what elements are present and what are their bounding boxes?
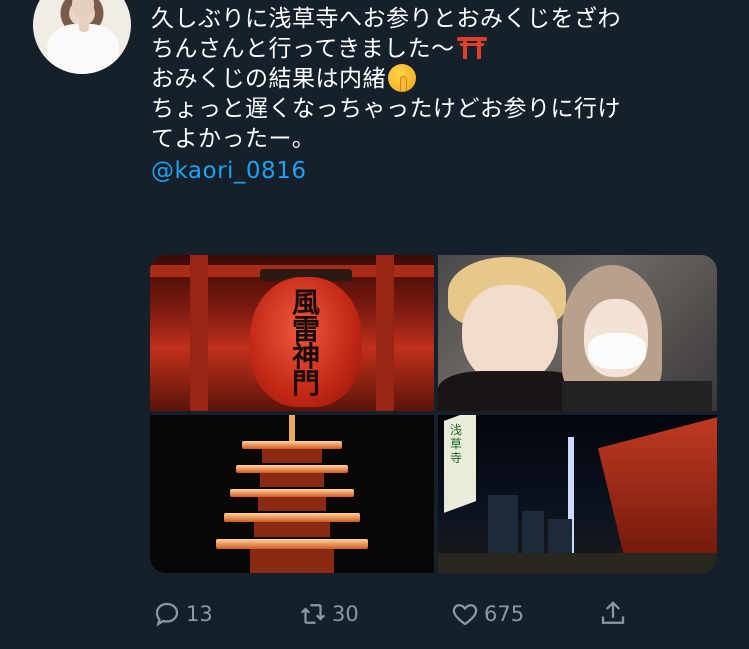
- reply-icon: [155, 602, 179, 627]
- like-count: 675: [484, 602, 525, 626]
- pagoda-spire: [289, 415, 295, 443]
- tweet-text-line: ちんさんと行ってきました〜: [151, 34, 731, 64]
- gate-pillar: [376, 255, 394, 411]
- pagoda-tier-body: [260, 471, 324, 487]
- person-face: [462, 285, 558, 385]
- lantern-text: 風雷神門: [291, 286, 320, 400]
- tweet-text: 久しぶりに浅草寺へお参りとおみくじをざわ ちんさんと行ってきました〜 おみくじの…: [151, 4, 731, 186]
- action-bar: 13 30 675: [152, 596, 712, 632]
- pagoda-roof: [230, 489, 354, 497]
- tweet: 久しぶりに浅草寺へお参りとおみくじをざわ ちんさんと行ってきました〜 おみくじの…: [0, 0, 749, 649]
- reply-count: 13: [186, 602, 213, 626]
- tweet-text-line: てよかったー。: [151, 126, 316, 152]
- retweet-count: 30: [332, 602, 359, 626]
- tweet-text-line: ちょっと遅くなっちゃったけどお参りに行け: [151, 96, 621, 122]
- tweet-text-line: おみくじの結果は内緒: [151, 64, 731, 94]
- pagoda-roof: [224, 513, 360, 522]
- tweet-text-segment: おみくじの結果は内緒: [151, 66, 386, 92]
- person-coat: [562, 381, 712, 411]
- crowd: [438, 553, 717, 573]
- like-button[interactable]: 675: [450, 596, 524, 632]
- pagoda-tier-body: [262, 447, 322, 463]
- pagoda-tier-body: [250, 545, 334, 573]
- pagoda-roof: [236, 465, 348, 473]
- face-mask: [588, 333, 646, 369]
- avatar[interactable]: [33, 0, 131, 74]
- reply-button[interactable]: 13: [152, 596, 213, 632]
- photo-pagoda[interactable]: [150, 415, 434, 573]
- pagoda-tier-body: [258, 495, 326, 511]
- share-icon: [601, 601, 625, 624]
- tweet-text-line: 久しぶりに浅草寺へお参りとおみくじをざわ: [151, 6, 621, 32]
- photo-lantern[interactable]: 風雷神門: [150, 255, 434, 411]
- media-grid: 風雷神門 浅草寺: [150, 255, 717, 573]
- banner-text: 浅草寺: [450, 423, 463, 465]
- torii-icon: [456, 35, 487, 59]
- share-button[interactable]: [598, 596, 632, 632]
- gate-pillar: [190, 255, 208, 411]
- shushing-face-icon: [388, 64, 416, 92]
- avatar-face: [72, 0, 94, 18]
- retweet-icon: [300, 604, 326, 624]
- avatar-hand: [79, 18, 89, 32]
- photo-street[interactable]: 浅草寺: [438, 415, 717, 573]
- temple-gate: [598, 417, 717, 573]
- photo-selfie[interactable]: [438, 255, 717, 411]
- heart-icon: [452, 604, 478, 626]
- retweet-button[interactable]: 30: [298, 596, 359, 632]
- tweet-text-segment: ちんさんと行ってきました〜: [151, 36, 455, 62]
- pagoda-roof: [216, 539, 368, 549]
- pagoda-roof: [242, 441, 342, 449]
- mention-link[interactable]: @kaori_0816: [151, 156, 731, 186]
